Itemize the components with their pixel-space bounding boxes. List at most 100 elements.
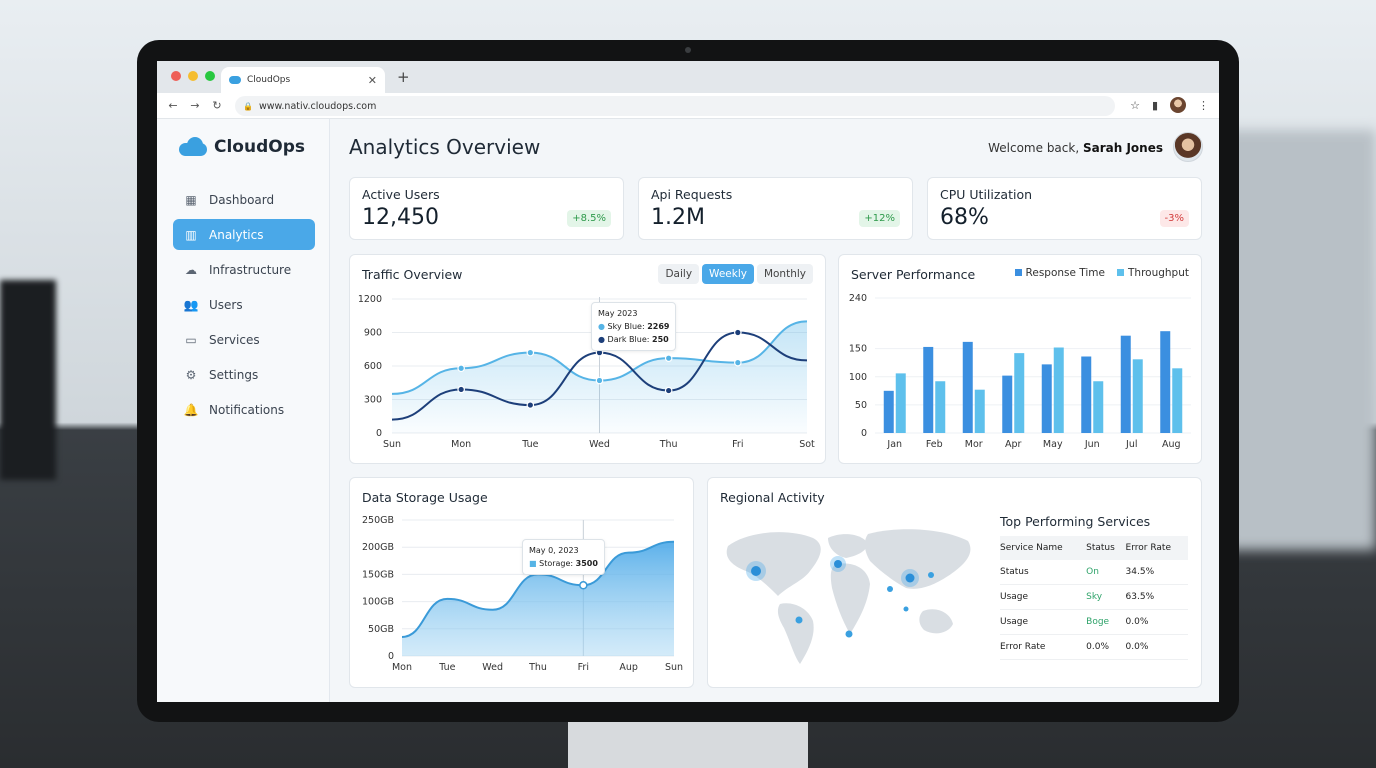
x-tick-label: Aup: [619, 662, 638, 673]
sidebar-item-analytics[interactable]: ▥ Analytics: [173, 219, 315, 250]
hotspot[interactable]: [887, 586, 893, 592]
back-icon[interactable]: ←: [167, 99, 179, 112]
address-bar[interactable]: 🔒 www.nativ.cloudops.com: [235, 96, 1115, 116]
services-table: Service Name Status Error Rate Status On…: [1000, 536, 1188, 660]
hotspot[interactable]: [928, 572, 934, 578]
forward-icon[interactable]: →: [189, 99, 201, 112]
sidebar-item-dashboard[interactable]: ▦ Dashboard: [173, 184, 315, 215]
background-shape: [0, 280, 56, 480]
stat-value: 12,450: [362, 205, 439, 230]
data-point: [526, 401, 535, 409]
x-tick-label: Jul: [1125, 439, 1137, 450]
sidebar-item-users[interactable]: 👥 Users: [173, 289, 315, 320]
maximize-window-button[interactable]: [205, 71, 215, 81]
minimize-window-button[interactable]: [188, 71, 198, 81]
sidebar-item-notifications[interactable]: 🔔 Notifications: [173, 394, 315, 425]
x-tick-label: Wed: [589, 439, 610, 450]
table-row[interactable]: Usage Boge 0.0%: [1000, 609, 1188, 635]
close-window-button[interactable]: [171, 71, 181, 81]
y-tick-label: 50GB: [368, 624, 394, 635]
regional-activity-card: Regional Activity Top Performing Service…: [707, 477, 1202, 688]
cloud-icon: [229, 76, 241, 84]
x-tick-label: Jan: [886, 439, 902, 450]
table-cell: 63.5%: [1125, 584, 1188, 610]
table-cell: 0.0%: [1125, 609, 1188, 635]
data-storage-card: Data Storage Usage 0 50GB 100GB 150GB 200GB 2…: [349, 477, 694, 688]
table-row[interactable]: Usage Sky 63.5%: [1000, 584, 1188, 610]
avatar[interactable]: [1173, 132, 1203, 162]
y-tick-label: 250GB: [362, 515, 394, 526]
chart-icon: ▥: [185, 227, 197, 242]
bar: [883, 390, 894, 433]
hotspot[interactable]: [751, 566, 761, 576]
y-tick-label: 150GB: [362, 569, 394, 580]
x-tick-label: May: [1043, 439, 1063, 450]
sidebar-item-infrastructure[interactable]: ☁ Infrastructure: [173, 254, 315, 285]
table-row[interactable]: Error Rate 0.0% 0.0%: [1000, 634, 1188, 660]
hotspot[interactable]: [903, 606, 909, 612]
sidepanel-icon[interactable]: ▮: [1152, 99, 1158, 112]
menu-kebab-icon[interactable]: ⋮: [1198, 99, 1209, 112]
data-point: [664, 386, 673, 395]
y-tick-label: 150: [849, 344, 867, 355]
y-tick-label: 100: [849, 372, 867, 383]
hotspot[interactable]: [795, 616, 803, 624]
x-tick-label: Apr: [1005, 439, 1022, 450]
stat-card-api-requests: Api Requests 1.2M +12%: [638, 177, 913, 240]
card-title: Regional Activity: [720, 490, 825, 505]
table-row[interactable]: Status On 34.5%: [1000, 560, 1188, 585]
stat-label: Api Requests: [651, 187, 733, 202]
cloud-logo-icon: [179, 137, 209, 157]
sidebar-item-services[interactable]: ▭ Services: [173, 324, 315, 355]
users-icon: 👥: [183, 297, 199, 312]
tooltip-date: May 2023: [598, 309, 638, 318]
bar: [962, 341, 973, 433]
hotspot[interactable]: [834, 560, 842, 568]
stat-change-badge: -3%: [1159, 210, 1189, 227]
profile-avatar[interactable]: [1170, 97, 1186, 113]
bar: [1041, 364, 1052, 433]
stat-card-active-users: Active Users 12,450 +8.5%: [349, 177, 624, 240]
traffic-tooltip: May 2023 ● Sky Blue: 2269 ● Dark Blue: 2…: [591, 302, 677, 351]
logo[interactable]: CloudOps: [179, 137, 305, 157]
hotspot[interactable]: [905, 573, 915, 583]
grid-icon: ▦: [185, 192, 197, 207]
close-tab-icon[interactable]: ✕: [368, 74, 377, 87]
sidebar-menu: ▦ Dashboard ▥ Analytics ☁ Infrastructure…: [173, 184, 315, 429]
storage-tooltip: May 0, 2023 ■ Storage: 3500: [522, 539, 605, 575]
hotspot[interactable]: [845, 630, 853, 638]
browser-tabbar: CloudOps ✕ +: [157, 61, 1219, 93]
camera-dot: [685, 47, 691, 53]
star-icon[interactable]: ☆: [1130, 99, 1140, 112]
stat-label: Active Users: [362, 187, 440, 202]
bar: [935, 381, 946, 433]
stat-label: CPU Utilization: [940, 187, 1033, 202]
bell-icon: 🔔: [183, 402, 199, 417]
user-name: Sarah Jones: [1082, 141, 1163, 155]
traffic-overview-card: Traffic Overview Daily Weekly Monthly 03…: [349, 254, 826, 464]
x-tick-label: Tue: [438, 662, 455, 673]
data-point: [734, 328, 742, 337]
data-point: [664, 354, 673, 362]
sidebar-item-label: Services: [209, 332, 260, 347]
tooltip-row: ■ Storage: 3500: [529, 559, 598, 568]
reload-icon[interactable]: ↻: [211, 99, 223, 112]
sidebar-item-settings[interactable]: ⚙ Settings: [173, 359, 315, 390]
new-tab-button[interactable]: +: [397, 68, 410, 86]
tooltip-label: Dark Blue:: [607, 335, 650, 344]
bar: [1120, 335, 1131, 433]
bar: [1002, 375, 1013, 433]
sidebar-item-label: Notifications: [209, 402, 285, 417]
y-tick-label: 900: [364, 328, 382, 339]
table-cell: Sky: [1086, 584, 1126, 610]
browser-tab[interactable]: CloudOps ✕: [221, 67, 385, 93]
bar: [1160, 331, 1171, 433]
bar: [1172, 368, 1183, 433]
bar: [895, 373, 906, 433]
app: CloudOps ▦ Dashboard ▥ Analytics ☁ Infra…: [157, 119, 1219, 702]
tooltip-label: Storage:: [539, 559, 574, 568]
bar: [1093, 381, 1104, 433]
table-cell: 0.0%: [1086, 634, 1126, 660]
y-tick-label: 50: [855, 400, 867, 411]
x-tick-label: Mor: [965, 439, 983, 450]
